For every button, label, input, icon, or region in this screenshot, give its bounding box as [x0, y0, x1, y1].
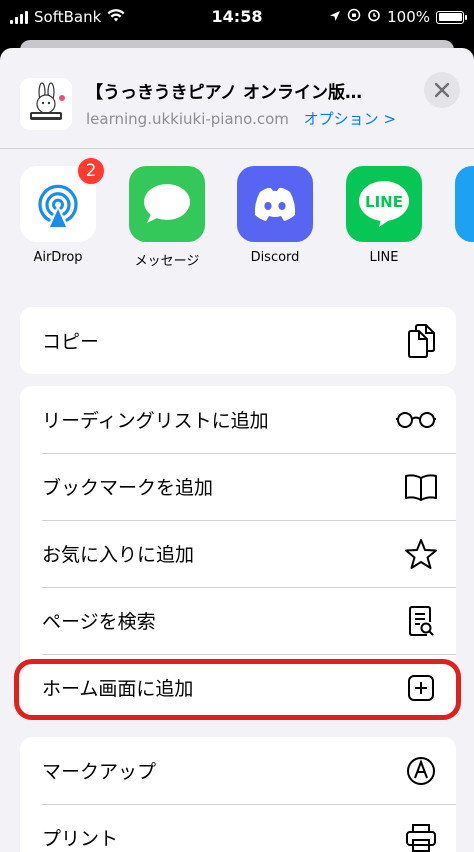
star-icon — [404, 537, 438, 571]
battery-icon — [436, 10, 467, 24]
page-url: learning.ukkiuki-piano.com — [86, 110, 289, 128]
site-thumbnail — [20, 78, 72, 130]
app-label: T — [448, 250, 474, 265]
location-icon — [329, 8, 341, 26]
svg-text:LINE: LINE — [365, 193, 403, 211]
copy-group: コピー — [20, 307, 456, 374]
status-bar: SoftBank 14:58 100% — [0, 0, 474, 34]
app-label: メッセージ — [134, 254, 200, 269]
app-airdrop[interactable]: 2 AirDrop — [13, 156, 106, 265]
airdrop-icon: 2 — [20, 156, 106, 242]
discord-icon — [237, 166, 313, 242]
alarm-icon — [367, 8, 381, 26]
find-on-page-icon — [404, 604, 438, 638]
action-label: お気に入りに追加 — [42, 544, 195, 566]
add-bookmark-action[interactable]: ブックマークを追加 — [20, 453, 456, 520]
battery-percent: 100% — [387, 8, 430, 26]
app-label: AirDrop — [33, 250, 83, 265]
markup-action[interactable]: マークアップ — [20, 737, 456, 804]
highlight-annotation — [14, 659, 461, 720]
copy-action[interactable]: コピー — [20, 307, 456, 374]
share-header: 【うっきうきピアノ オンライン版… learning.ukkiuki-piano… — [0, 48, 474, 148]
app-twitter[interactable]: T — [448, 166, 474, 265]
action-label: ページを検索 — [42, 611, 156, 633]
app-label: LINE — [369, 250, 399, 265]
action-label: リーディングリストに追加 — [42, 410, 269, 432]
close-button[interactable] — [424, 72, 460, 108]
action-label: プリント — [42, 828, 119, 850]
add-to-favorites-action[interactable]: お気に入りに追加 — [20, 520, 456, 587]
find-on-page-action[interactable]: ページを検索 — [20, 587, 456, 654]
twitter-icon — [455, 166, 474, 242]
action-label: マークアップ — [42, 761, 157, 783]
add-to-reading-list-action[interactable]: リーディングリストに追加 — [20, 386, 456, 453]
app-messages[interactable]: メッセージ — [122, 166, 212, 269]
options-link[interactable]: オプション > — [304, 110, 396, 128]
printer-icon — [404, 821, 438, 852]
app-row: 2 AirDrop メッセージ Discord LINE LINE — [0, 156, 474, 276]
action-label: コピー — [42, 331, 100, 353]
close-icon — [434, 82, 450, 98]
orientation-lock-icon — [347, 8, 361, 26]
page-url-row: learning.ukkiuki-piano.com オプション > — [86, 108, 396, 129]
app-discord[interactable]: Discord — [230, 166, 320, 265]
more-actions-group: マークアップ プリント — [20, 737, 456, 852]
share-sheet: 【うっきうきピアノ オンライン版… learning.ukkiuki-piano… — [0, 48, 474, 852]
line-icon: LINE — [346, 166, 422, 242]
page-title: 【うっきうきピアノ オンライン版… — [86, 83, 363, 103]
markup-icon — [404, 754, 438, 788]
messages-icon — [129, 166, 205, 242]
glasses-icon — [394, 403, 438, 437]
action-label: ブックマークを追加 — [42, 477, 214, 499]
app-label: Discord — [250, 250, 300, 265]
notification-badge: 2 — [76, 156, 106, 186]
book-icon — [404, 470, 438, 504]
print-action[interactable]: プリント — [20, 804, 456, 852]
copy-icon — [404, 323, 438, 358]
header-divider — [0, 148, 474, 149]
app-line[interactable]: LINE LINE — [339, 166, 429, 265]
